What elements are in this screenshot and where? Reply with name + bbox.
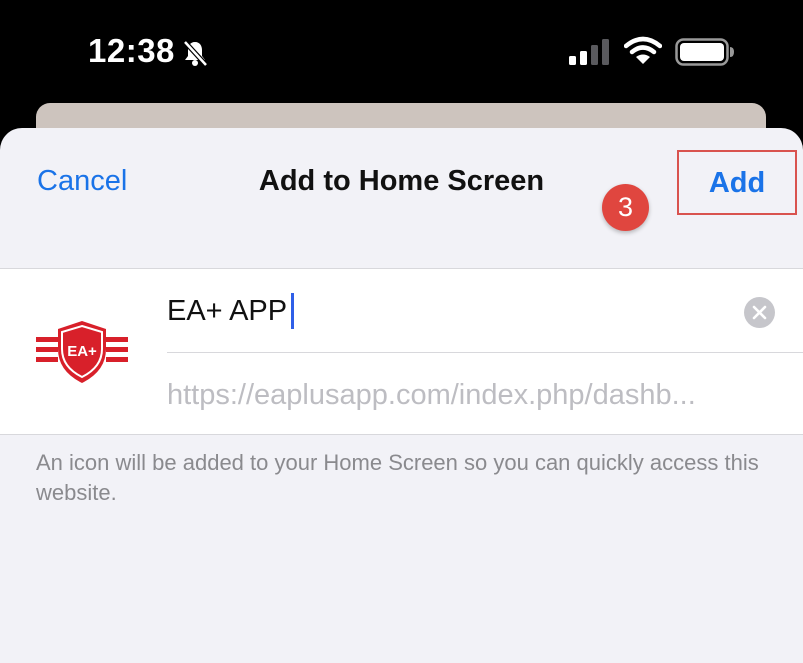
phone-screen: 12:38 Cancel Add to Home Screen Add 3 EA… (0, 0, 803, 663)
status-time: 12:38 (88, 32, 175, 69)
form-card: EA+ https://eaplusapp.com/index.php/dash… (0, 268, 803, 435)
bell-slash-icon (183, 40, 208, 67)
app-icon: EA+ (36, 321, 128, 383)
app-name-input[interactable] (167, 291, 727, 331)
website-url: https://eaplusapp.com/index.php/dashb... (167, 379, 696, 411)
helper-text: An icon will be added to your Home Scree… (36, 450, 759, 505)
step-badge: 3 (602, 184, 649, 231)
status-bar: 12:38 (0, 0, 803, 100)
add-to-home-sheet: Cancel Add to Home Screen Add 3 EA+ EA+ … (0, 128, 803, 663)
text-caret (291, 293, 294, 329)
wifi-icon (624, 36, 662, 64)
add-button[interactable]: Add (679, 167, 795, 200)
cellular-signal-icon (569, 39, 609, 65)
clear-button[interactable] (744, 297, 775, 328)
add-button-highlight: Add (677, 150, 797, 215)
app-icon-text: EA+ (67, 343, 97, 360)
field-divider (167, 352, 803, 353)
clear-icon (752, 305, 767, 320)
battery-icon (675, 38, 734, 66)
